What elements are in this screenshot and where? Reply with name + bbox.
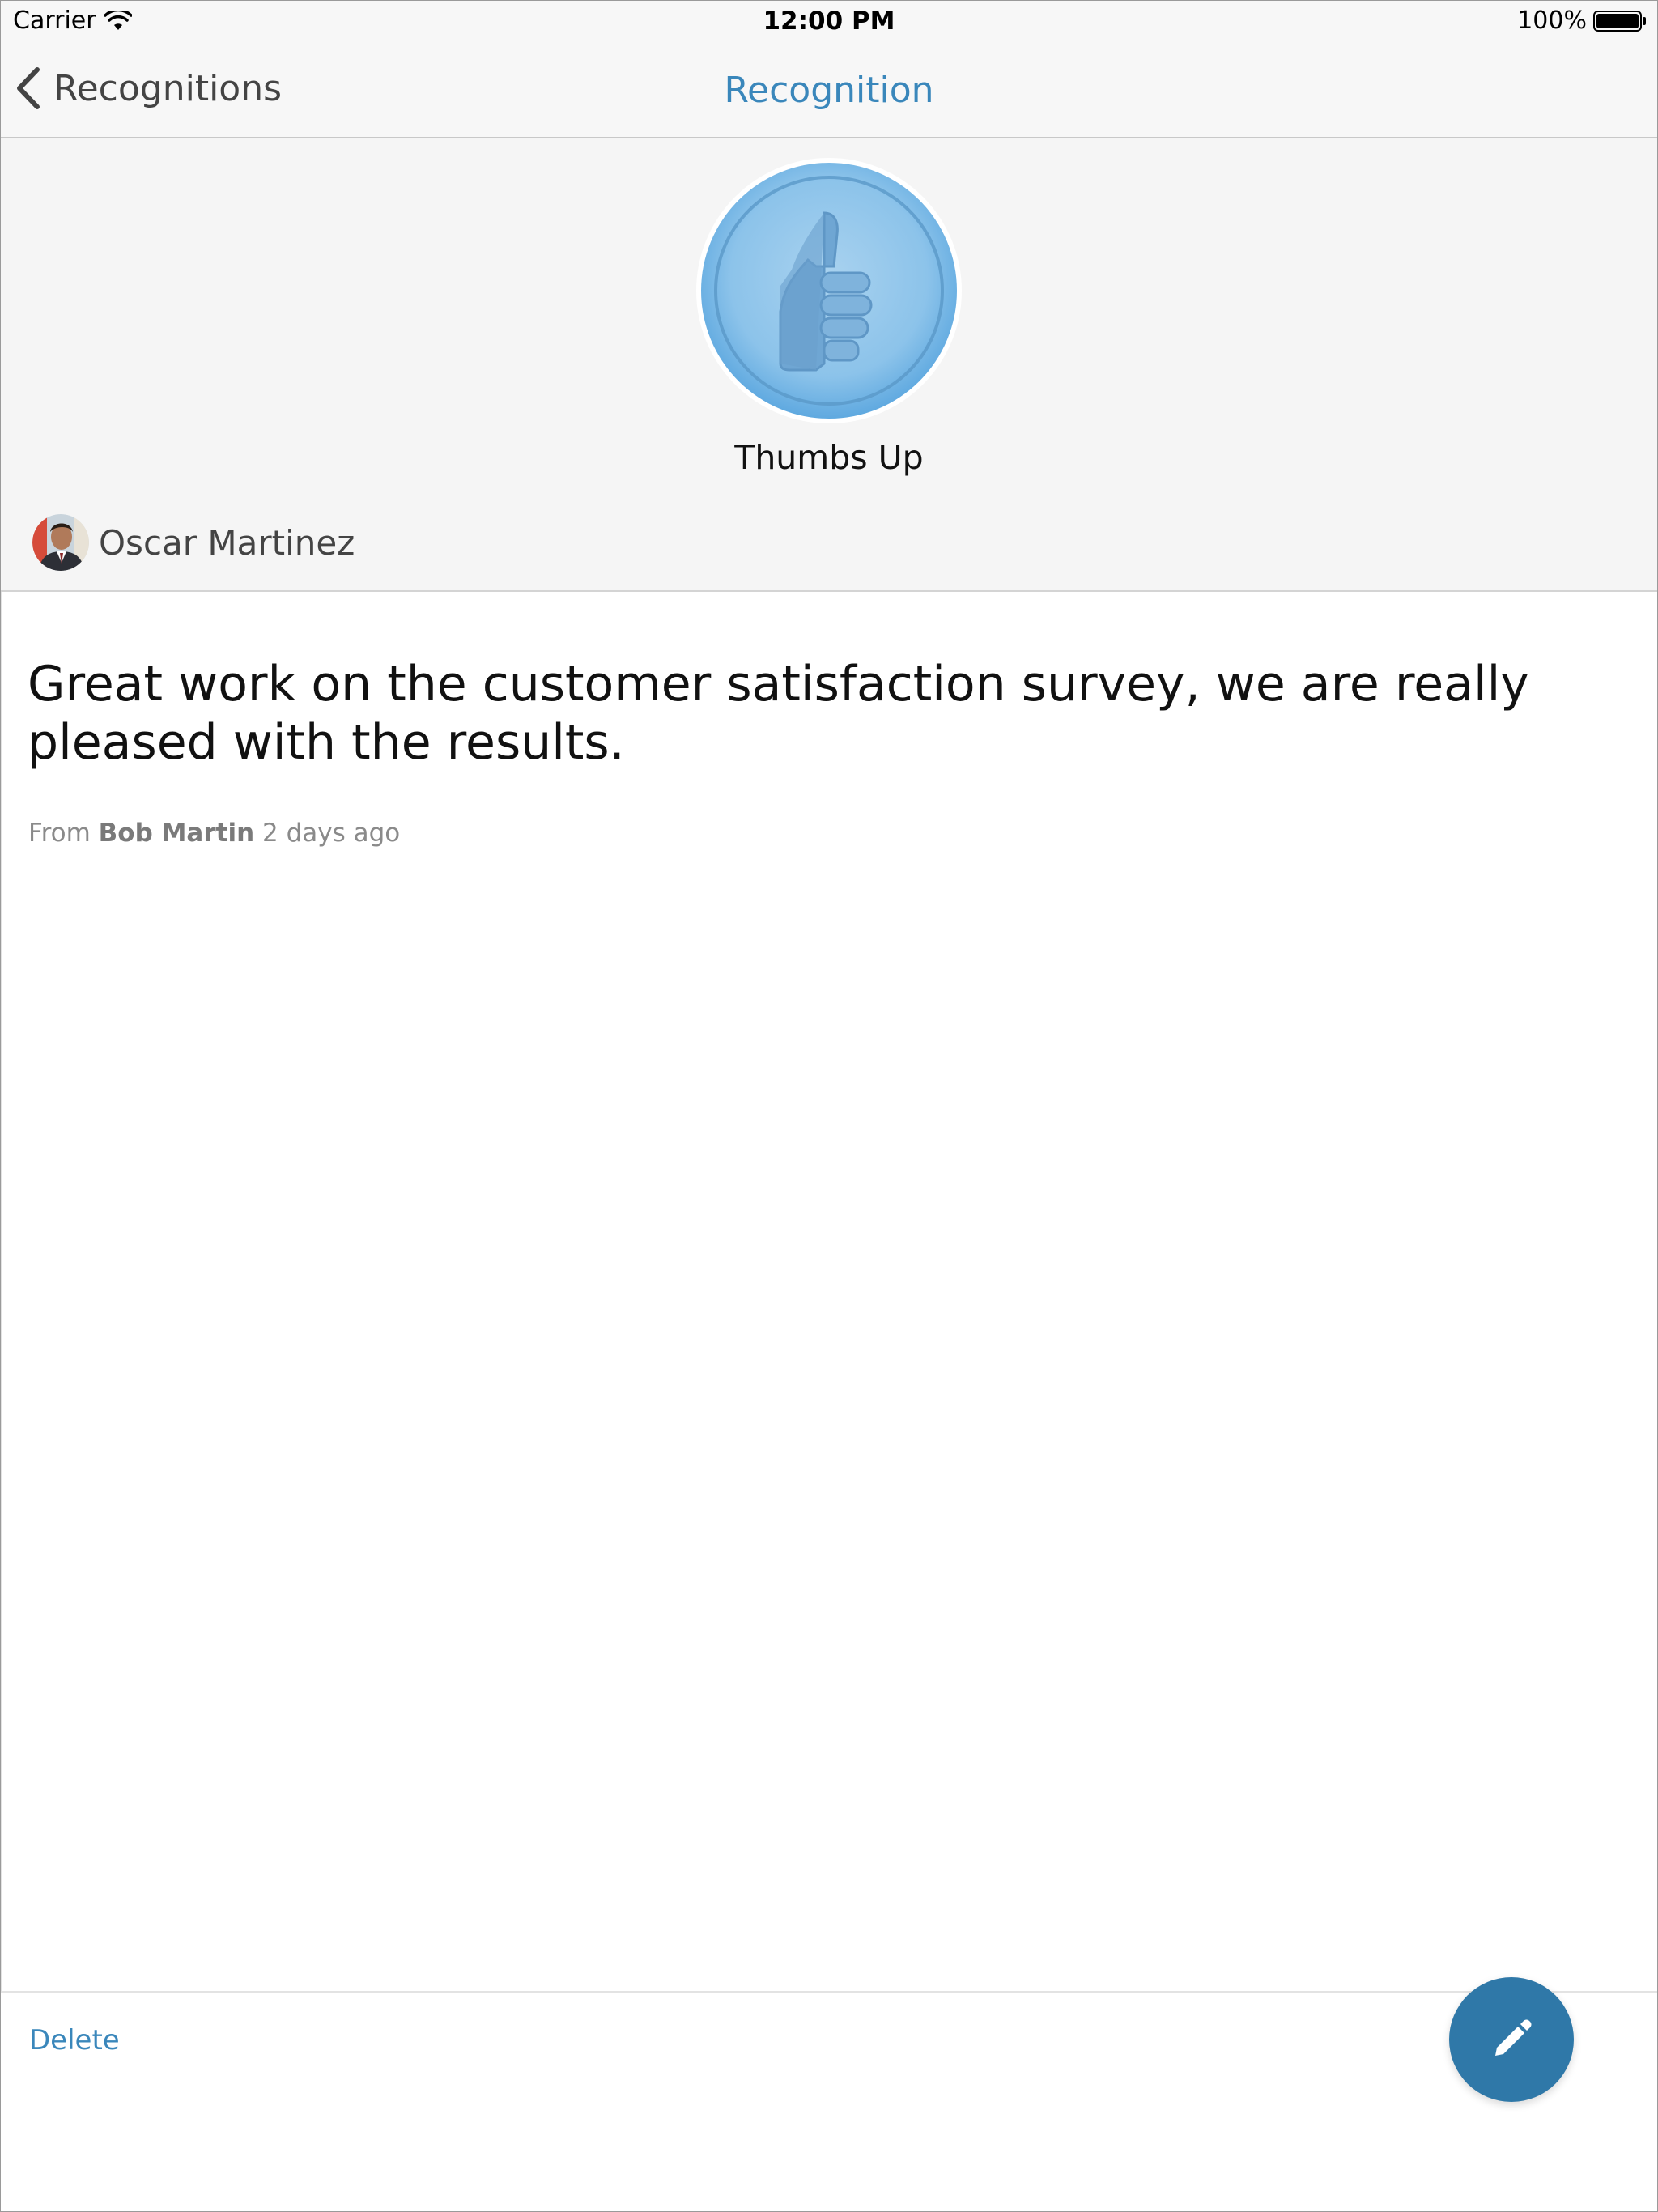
delete-button[interactable]: Delete [29, 2024, 120, 2057]
message-panel: Great work on the customer satisfaction … [0, 592, 1658, 1993]
status-battery-group: 100% [1517, 6, 1647, 35]
from-prefix: From [28, 819, 91, 848]
page-title: Recognition [724, 70, 934, 111]
time-ago: 2 days ago [262, 819, 401, 848]
badge-name: Thumbs Up [734, 438, 924, 477]
edit-button[interactable] [1449, 1977, 1574, 2102]
message-meta: From Bob Martin 2 days ago [28, 819, 400, 848]
battery-percent: 100% [1517, 6, 1587, 35]
recipient-name: Oscar Martinez [99, 522, 355, 563]
sender-name: Bob Martin [98, 819, 255, 848]
recognition-screen: Carrier 12:00 PM 100% Recognitions Recog [0, 0, 1658, 2212]
thumbs-up-icon [696, 158, 962, 423]
recognition-header: Thumbs Up Oscar Martinez [0, 138, 1658, 592]
navigation-bar: Recognitions Recognition [0, 45, 1658, 138]
recipient: Oscar Martinez [32, 514, 355, 571]
battery-icon [1593, 10, 1646, 32]
recognition-message: Great work on the customer satisfaction … [28, 656, 1529, 771]
status-time: 12:00 PM [763, 6, 895, 36]
status-bar: Carrier 12:00 PM 100% [0, 0, 1658, 45]
pencil-icon [1495, 2019, 1532, 2056]
avatar [32, 514, 89, 571]
